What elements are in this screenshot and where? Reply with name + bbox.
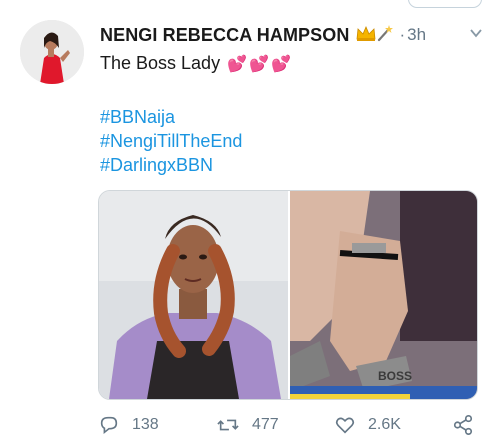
tweet-text-body: The Boss Lady [100, 53, 221, 73]
like-count: 2.6K [368, 416, 401, 433]
hashtag-nengitilltheend[interactable]: #NengiTillTheEnd [100, 129, 242, 153]
tweet-card[interactable]: NENGI REBECCA HAMPSON · 3h The Boss Lady… [0, 0, 500, 443]
retweet-icon [217, 419, 239, 431]
separator-dot: · [399, 25, 406, 44]
media-photo-portrait[interactable] [99, 191, 288, 399]
author-emojis [355, 24, 395, 46]
like-button[interactable]: 2.6K [334, 414, 401, 436]
heart-emojis: 💕💕💕 [227, 56, 293, 73]
portrait-image [99, 191, 288, 399]
retweet-count: 477 [252, 416, 279, 433]
author-name[interactable]: NENGI REBECCA HAMPSON [100, 25, 349, 46]
tweet-header: NENGI REBECCA HAMPSON · 3h [100, 24, 426, 46]
media-photo-shoes[interactable]: BOSS [290, 191, 477, 399]
avatar-photo [20, 20, 84, 84]
tweet-actions: 138 477 2.6K [98, 414, 482, 438]
hashtag-darlingxbbn[interactable]: #DarlingxBBN [100, 153, 242, 177]
follow-button-partial[interactable] [408, 0, 482, 8]
shoes-image: BOSS [290, 191, 477, 399]
reply-icon [100, 416, 118, 435]
caret-down-icon[interactable] [470, 28, 482, 38]
reply-button[interactable]: 138 [98, 414, 159, 436]
share-icon [453, 415, 473, 435]
timestamp[interactable]: 3h [407, 25, 426, 45]
tweet-media[interactable]: BOSS [98, 190, 478, 400]
retweet-button[interactable]: 477 [216, 414, 279, 436]
boss-shoe-text: BOSS [378, 369, 412, 383]
crown-emoji-icon [357, 25, 394, 42]
like-icon [335, 417, 355, 434]
tweet-text: The Boss Lady 💕💕💕 [100, 53, 293, 74]
avatar[interactable] [20, 20, 84, 84]
hashtag-bbnaija[interactable]: #BBNaija [100, 105, 242, 129]
share-button[interactable] [452, 414, 486, 436]
previous-tweet-edge [0, 0, 500, 10]
hashtag-list: #BBNaija #NengiTillTheEnd #DarlingxBBN [100, 105, 242, 177]
reply-count: 138 [132, 416, 159, 433]
